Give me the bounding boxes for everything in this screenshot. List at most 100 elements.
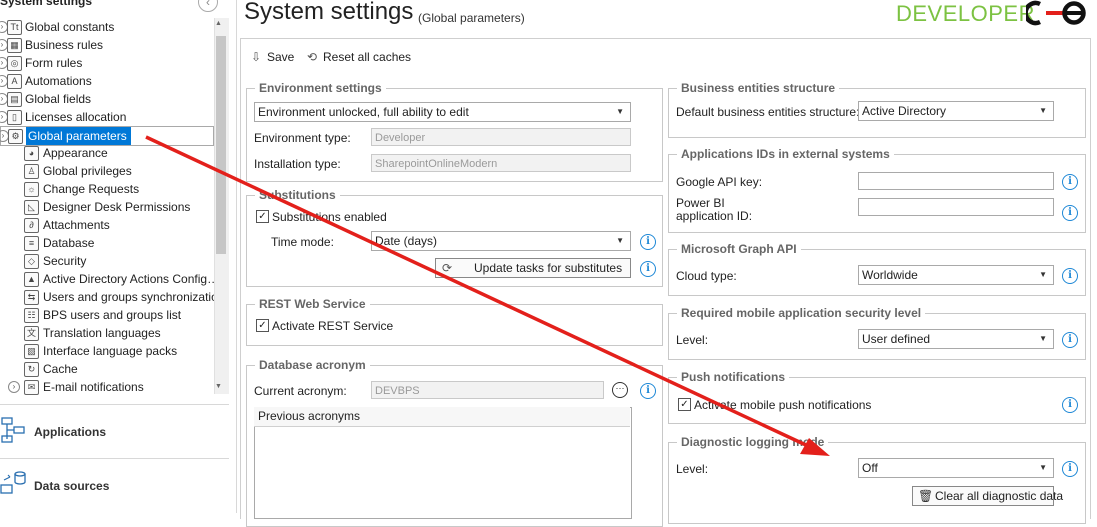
business-entities-title: Business entities structure bbox=[677, 81, 840, 95]
tree-scrollbar-thumb[interactable] bbox=[216, 36, 226, 254]
clear-diagnostic-label: Clear all diagnostic data bbox=[935, 489, 1064, 503]
tree-item[interactable]: ≡ Database bbox=[0, 234, 214, 252]
powerbi-app-id-input[interactable] bbox=[858, 198, 1054, 216]
diagnostic-level-select[interactable]: Off ▼ bbox=[858, 458, 1054, 478]
tree-item[interactable]: ☼ Change Requests bbox=[0, 180, 214, 198]
substitutions-enabled-checkbox[interactable]: ✓ bbox=[256, 210, 269, 223]
trash-icon: 🗑 bbox=[918, 489, 934, 503]
time-mode-select[interactable]: Date (days) ▼ bbox=[371, 231, 631, 251]
installation-type-field: SharepointOnlineModern bbox=[371, 154, 631, 172]
tree-item-label: Global constants bbox=[25, 20, 115, 34]
mobile-security-level-label: Level: bbox=[676, 333, 709, 347]
diagnostic-logging-title: Diagnostic logging mode bbox=[677, 435, 829, 449]
chevron-down-icon: ▼ bbox=[616, 107, 624, 116]
reset-caches-button[interactable]: ⟲ Reset all caches bbox=[305, 48, 411, 66]
diagnostic-level-value: Off bbox=[862, 461, 878, 475]
business-entities-select[interactable]: Active Directory ▼ bbox=[858, 101, 1054, 121]
nav-data-sources[interactable]: Data sources bbox=[0, 458, 229, 513]
powerbi-label-line2: application ID: bbox=[676, 209, 753, 223]
info-icon[interactable]: i bbox=[640, 234, 656, 250]
tree-item-label: E-mail notifications bbox=[43, 380, 144, 394]
privileges-icon: ♙ bbox=[24, 164, 39, 179]
ad-actions-icon: ▲ bbox=[24, 272, 39, 287]
clear-diagnostic-button[interactable]: 🗑 Clear all diagnostic data bbox=[912, 486, 1063, 506]
environment-settings-title: Environment settings bbox=[255, 81, 386, 95]
tree-item[interactable]: › ▤ Global fields bbox=[0, 90, 214, 108]
lightbulb-icon: ☼ bbox=[24, 182, 39, 197]
tree-item-label: Users and groups synchronization bbox=[43, 290, 214, 304]
tree-item[interactable]: › ▯ Licenses allocation bbox=[0, 108, 214, 126]
chevron-down-icon: ▼ bbox=[616, 236, 624, 245]
translate-icon: 文 bbox=[24, 326, 39, 341]
tree-item-label: Database bbox=[43, 236, 95, 250]
applications-icon bbox=[1, 417, 25, 443]
info-icon[interactable]: i bbox=[1062, 332, 1078, 348]
tree-item-label: Automations bbox=[25, 74, 92, 88]
page-subtitle: (Global parameters) bbox=[418, 11, 525, 25]
palette-icon: ◕ bbox=[24, 146, 39, 161]
business-entities-value: Active Directory bbox=[862, 104, 947, 118]
current-acronym-label: Current acronym: bbox=[254, 384, 347, 398]
nav-applications[interactable]: Applications bbox=[0, 404, 229, 459]
tree-item[interactable]: ☷ BPS users and groups list bbox=[0, 306, 214, 324]
tree-item[interactable]: 文 Translation languages bbox=[0, 324, 214, 342]
powerbi-label-line1: Power BI bbox=[676, 196, 725, 210]
tree-item[interactable]: ▧ Interface language packs bbox=[0, 342, 214, 360]
info-icon[interactable]: i bbox=[640, 261, 656, 277]
tree-item[interactable]: › ◎ Form rules bbox=[0, 54, 214, 72]
activate-push-label: Activate mobile push notifications bbox=[694, 398, 872, 412]
tree-item[interactable]: › ⚙ Global parameters bbox=[0, 126, 214, 146]
app-ids-title: Applications IDs in external systems bbox=[677, 147, 894, 161]
time-mode-value: Date (days) bbox=[375, 234, 438, 248]
info-icon[interactable]: i bbox=[1062, 174, 1078, 190]
tree-item[interactable]: ⇆ Users and groups synchronization bbox=[0, 288, 214, 306]
cache-icon: ↻ bbox=[24, 362, 39, 377]
substitutions-enabled-label: Substitutions enabled bbox=[272, 210, 387, 224]
google-api-key-input[interactable] bbox=[858, 172, 1054, 190]
tree-item[interactable]: ◇ Security bbox=[0, 252, 214, 270]
info-icon[interactable]: i bbox=[1062, 461, 1078, 477]
tree-item[interactable]: › Tt Global constants bbox=[0, 18, 214, 36]
tree-item-label: Licenses allocation bbox=[25, 110, 127, 124]
tree-item-label: Appearance bbox=[43, 146, 108, 160]
scroll-down-icon[interactable]: ▼ bbox=[215, 383, 222, 390]
tree-item[interactable]: ▲ Active Directory Actions Config… bbox=[0, 270, 214, 288]
ruler-icon: ◺ bbox=[24, 200, 39, 215]
tree-item[interactable]: ↻ Cache bbox=[0, 360, 214, 378]
save-label: Save bbox=[267, 50, 295, 64]
automations-icon: A bbox=[7, 74, 22, 89]
scroll-up-icon[interactable]: ▲ bbox=[215, 20, 222, 27]
activate-rest-checkbox[interactable]: ✓ bbox=[256, 319, 269, 332]
cloud-type-select[interactable]: Worldwide ▼ bbox=[858, 265, 1054, 285]
expand-toggle-icon[interactable]: › bbox=[8, 381, 20, 393]
update-substitutes-label: Update tasks for substitutes bbox=[474, 261, 623, 275]
environment-type-label: Environment type: bbox=[254, 131, 351, 145]
reset-caches-label: Reset all caches bbox=[323, 50, 412, 64]
tree-item[interactable]: › A Automations bbox=[0, 72, 214, 90]
environment-mode-select[interactable]: Environment unlocked, full ability to ed… bbox=[254, 102, 631, 122]
update-substitutes-button[interactable]: ⟳ Update tasks for substitutes bbox=[435, 258, 631, 278]
info-icon[interactable]: i bbox=[1062, 268, 1078, 284]
collapse-back-icon[interactable]: ‹ bbox=[198, 0, 218, 12]
paperclip-icon: ∂ bbox=[24, 218, 39, 233]
data-sources-icon bbox=[0, 471, 26, 494]
mobile-security-level-select[interactable]: User defined ▼ bbox=[858, 329, 1054, 349]
tree-item-label: Global parameters bbox=[26, 127, 131, 145]
tree-item-label: Active Directory Actions Config… bbox=[43, 272, 214, 286]
tree-item[interactable]: ♙ Global privileges bbox=[0, 162, 214, 180]
info-icon[interactable]: i bbox=[640, 383, 656, 399]
tree-item[interactable]: › ✉ E-mail notifications bbox=[0, 378, 214, 396]
info-icon[interactable]: i bbox=[1062, 205, 1078, 221]
more-options-icon[interactable]: ··· bbox=[612, 382, 628, 398]
tree-item[interactable]: ◕ Appearance bbox=[0, 144, 214, 162]
tree-item-label: Security bbox=[43, 254, 87, 268]
tree-item[interactable]: ∂ Attachments bbox=[0, 216, 214, 234]
save-button[interactable]: ⇩ Save bbox=[249, 48, 294, 66]
tree-item[interactable]: ◺ Designer Desk Permissions bbox=[0, 198, 214, 216]
tree-item[interactable]: › ▦ Business rules bbox=[0, 36, 214, 54]
mobile-security-title: Required mobile application security lev… bbox=[677, 306, 926, 320]
info-icon[interactable]: i bbox=[1062, 397, 1078, 413]
language-pack-icon: ▧ bbox=[24, 344, 39, 359]
tree-item-label: Global fields bbox=[25, 92, 92, 106]
activate-push-checkbox[interactable]: ✓ bbox=[678, 398, 691, 411]
